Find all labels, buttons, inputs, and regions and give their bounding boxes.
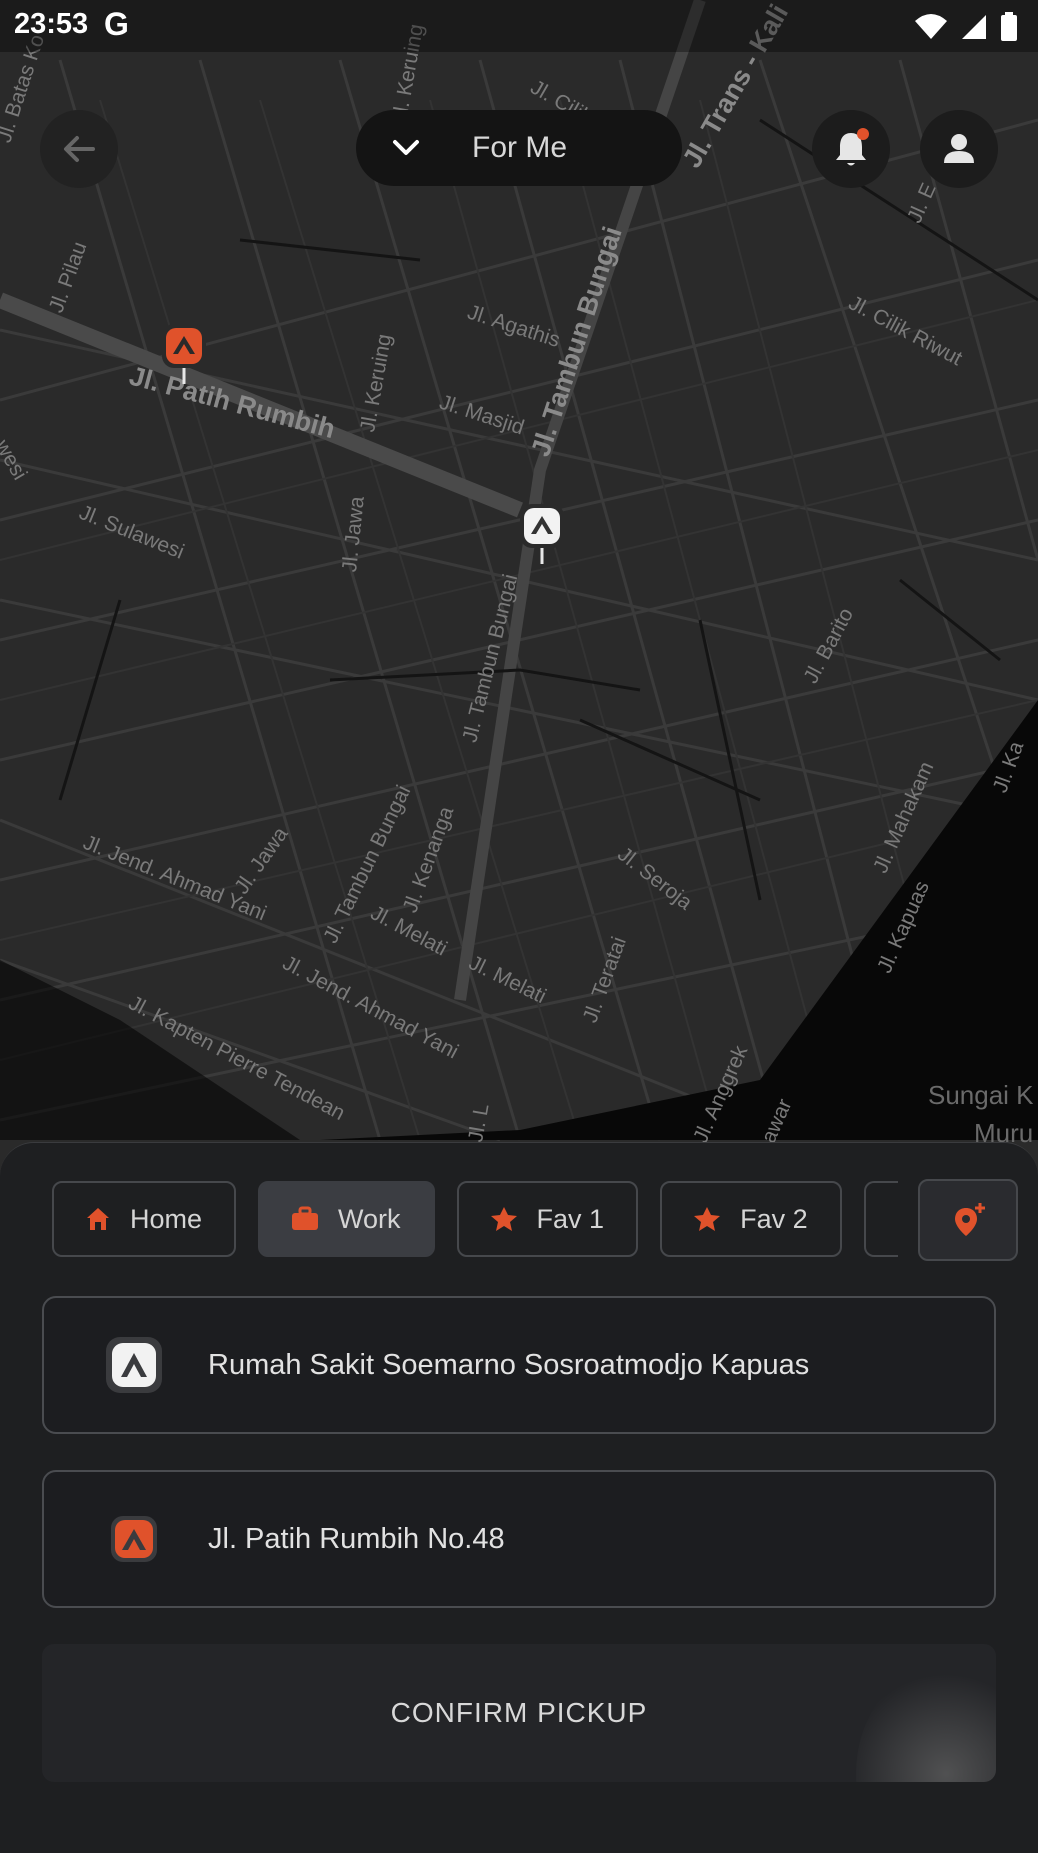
chip-work[interactable]: Work xyxy=(258,1181,435,1257)
chip-fav-2[interactable]: Fav 2 xyxy=(660,1181,842,1257)
ripple-effect xyxy=(856,1664,996,1782)
chevron-down-icon xyxy=(386,138,426,158)
area-label: Sungai K xyxy=(928,1080,1034,1110)
destination-field[interactable]: Rumah Sakit Soemarno Sosroatmodjo Kapuas xyxy=(42,1296,996,1434)
app-notification-icon: G xyxy=(104,6,129,42)
confirm-pickup-button[interactable]: CONFIRM PICKUP xyxy=(42,1644,996,1782)
back-button[interactable] xyxy=(40,110,118,188)
add-location-icon xyxy=(955,1203,985,1236)
wifi-icon xyxy=(915,14,947,39)
chip-label: Work xyxy=(338,1203,401,1234)
confirm-pickup-label: CONFIRM PICKUP xyxy=(390,1697,648,1728)
battery-icon xyxy=(1001,12,1017,41)
chip-label: Fav 1 xyxy=(536,1203,605,1234)
add-place-button[interactable] xyxy=(918,1179,1018,1261)
home-icon xyxy=(87,1208,109,1230)
signal-icon xyxy=(962,15,986,39)
profile-button[interactable] xyxy=(920,110,998,188)
status-bar: 23:53 G xyxy=(0,0,1038,52)
chip-home[interactable]: Home xyxy=(52,1181,237,1257)
chip-label: Fav 2 xyxy=(740,1203,808,1234)
star-icon xyxy=(490,1207,517,1231)
chip-label: Home xyxy=(130,1203,203,1234)
destination-label: Rumah Sakit Soemarno Sosroatmodjo Kapuas xyxy=(208,1348,810,1381)
arrow-left-icon xyxy=(64,136,95,162)
bell-icon xyxy=(836,128,869,166)
pickup-field[interactable]: Jl. Patih Rumbih No.48 xyxy=(42,1470,996,1608)
notifications-button[interactable] xyxy=(812,110,890,188)
pickup-marker-icon xyxy=(104,1509,164,1569)
chip-fav-1[interactable]: Fav 1 xyxy=(456,1181,639,1257)
person-icon xyxy=(944,134,974,163)
saved-places-chips: Home Work Fav 1 Fav 2 xyxy=(52,1181,898,1261)
pickup-label: Jl. Patih Rumbih No.48 xyxy=(208,1522,505,1555)
status-time: 23:53 xyxy=(14,8,89,40)
destination-marker-icon xyxy=(104,1335,164,1395)
for-me-dropdown[interactable]: For Me xyxy=(356,110,682,186)
briefcase-icon xyxy=(292,1206,319,1230)
for-me-label: For Me xyxy=(472,131,568,164)
chip-overflow[interactable] xyxy=(863,1181,898,1257)
star-icon xyxy=(694,1207,721,1231)
